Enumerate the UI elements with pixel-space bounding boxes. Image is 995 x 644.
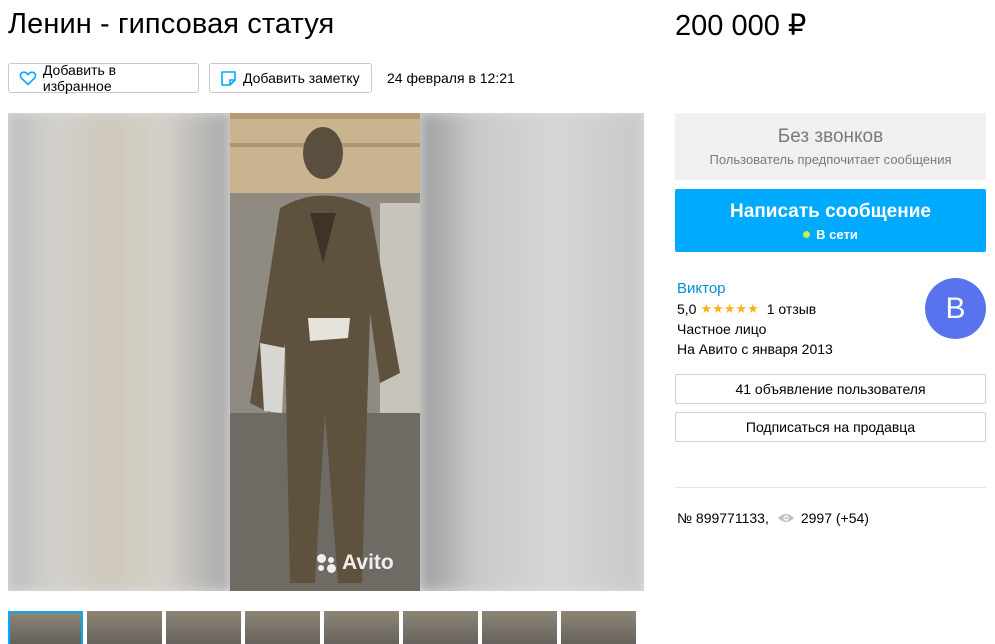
listing-price: 200 000 ₽ — [675, 10, 807, 42]
seller-ads-button[interactable]: 41 объявление пользователя — [675, 374, 986, 404]
add-to-favorites-label: Добавить в избранное — [42, 62, 117, 94]
rating-value: 5,0 — [677, 301, 697, 317]
listing-title: Ленин - гипсовая статуя — [8, 8, 335, 40]
heart-icon — [19, 71, 37, 86]
watermark-text: Avito — [342, 551, 394, 574]
views-count: 2997 (+54) — [800, 510, 869, 526]
write-message-label: Написать сообщение — [730, 201, 931, 222]
thumbnail[interactable] — [166, 611, 241, 644]
statue-illustration — [230, 113, 420, 591]
thumbnail[interactable] — [8, 611, 83, 644]
avito-watermark: Avito — [316, 551, 394, 575]
divider — [675, 487, 986, 488]
add-note-button[interactable]: Добавить заметку — [209, 63, 372, 93]
add-to-favorites-button[interactable]: Добавить в избранное — [8, 62, 199, 94]
gallery-blur-left — [8, 113, 230, 591]
thumbnail-strip — [8, 611, 636, 644]
no-calls-subtitle: Пользователь предпочитает сообщения — [709, 152, 952, 167]
online-status-label: В сети — [816, 227, 858, 242]
listing-number: № 899771133, — [677, 510, 769, 526]
seller-since: На Авито с января 2013 — [677, 341, 833, 357]
write-message-button[interactable]: Написать сообщение В сети — [675, 189, 986, 252]
rating-stars-icon: ★★★★★ — [700, 301, 759, 316]
seller-rating: 5,0 ★★★★★ 1 отзыв — [677, 299, 833, 319]
subscribe-seller-button[interactable]: Подписаться на продавца — [675, 412, 986, 442]
main-photo[interactable] — [230, 113, 420, 591]
seller-name-link[interactable]: Виктор — [677, 279, 833, 299]
thumbnail[interactable] — [245, 611, 320, 644]
reviews-link[interactable]: 1 отзыв — [767, 299, 817, 319]
online-dot-icon — [803, 231, 811, 238]
listing-meta: № 899771133, 2997 (+54) — [677, 510, 869, 526]
avito-logo-icon — [316, 552, 338, 574]
gallery-blur-right — [420, 113, 644, 591]
thumbnail[interactable] — [482, 611, 557, 644]
thumbnail[interactable] — [324, 611, 399, 644]
eye-icon — [777, 514, 794, 522]
seller-info: Виктор 5,0 ★★★★★ 1 отзыв Частное лицо На… — [677, 279, 833, 359]
online-status: В сети — [675, 227, 986, 242]
thumbnail[interactable] — [87, 611, 162, 644]
seller-avatar[interactable]: В — [925, 278, 986, 339]
add-note-label: Добавить заметку — [243, 70, 360, 86]
photo-gallery[interactable]: Avito — [8, 113, 644, 591]
thumbnail[interactable] — [561, 611, 636, 644]
seller-type: Частное лицо — [677, 321, 767, 337]
thumbnail[interactable] — [403, 611, 478, 644]
note-icon — [221, 70, 236, 86]
listing-date: 24 февраля в 12:21 — [387, 70, 515, 86]
no-calls-notice: Без звонков Пользователь предпочитает со… — [675, 113, 986, 180]
no-calls-title: Без звонков — [777, 126, 884, 147]
